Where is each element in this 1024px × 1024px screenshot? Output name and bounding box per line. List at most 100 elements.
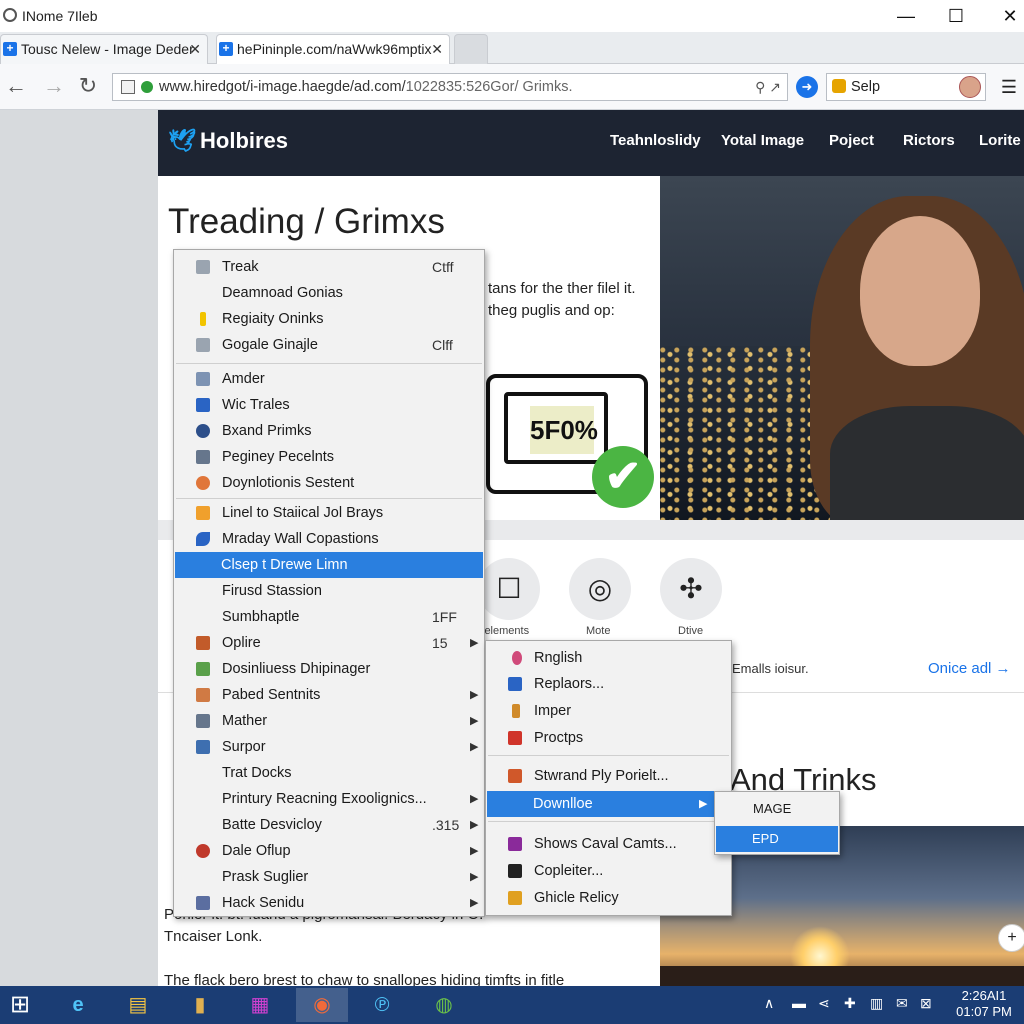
file-explorer-icon[interactable]: ▤ [112,988,164,1022]
menu-item-12[interactable]: Clsep t Drewe Limn [175,552,483,578]
forward-icon[interactable]: → [38,72,70,102]
mote-feature-icon[interactable]: ◎ [569,558,631,620]
menu-separator [176,498,482,499]
menu-item-10[interactable]: Linel to Staiical Jol Brays [176,500,482,526]
more-link[interactable]: Onice adl → [928,660,1011,677]
submenu2-item-1[interactable]: MAGE [717,796,837,822]
submenu-item-8[interactable]: Copleiter... [488,858,729,884]
check-icon: ✔ [592,446,654,508]
tray-add-icon[interactable]: ✚ [844,995,856,1012]
submenu-item-6[interactable]: Downlloe ▶ [487,791,730,817]
menu-item-7[interactable]: Bxand Primks [176,418,482,444]
tray-up-icon[interactable]: ∧ [764,995,774,1012]
menu-item-24[interactable]: Prask Suglier ▶ [176,864,482,890]
plus-icon[interactable]: + [998,924,1024,952]
browser-app-icon[interactable]: ◉ [296,988,348,1022]
submenu-item-9[interactable]: Ghicle Relicy [488,885,729,911]
menu-item-21[interactable]: Printury Reacning Exoolignics... ▶ [176,786,482,812]
menu-item-17[interactable]: Pabed Sentnits ▶ [176,682,482,708]
nav-link-2[interactable]: Yotal Image [721,132,804,149]
media-app-icon[interactable]: ▦ [234,988,286,1022]
tab-1[interactable]: + Tousc Nelew - Image Deder ✕ [0,34,208,64]
menu-item-2[interactable]: Deamnoad Gonias [176,280,482,306]
menu-item-14[interactable]: Sumbhaptle 1FF [176,604,482,630]
tray-mail-icon[interactable]: ✉ [896,995,908,1012]
back-icon[interactable]: ← [0,72,32,102]
menu-item-18[interactable]: Mather ▶ [176,708,482,734]
page-title: Treading / Grimxs [168,202,445,241]
menu-item-8[interactable]: Peginey Pecelnts [176,444,482,470]
avatar[interactable] [959,76,981,98]
menu-icon[interactable]: ☰ [998,76,1020,98]
menu-item-5[interactable]: Amder [176,366,482,392]
menu-item-25[interactable]: Hack Senidu ▶ [176,890,482,916]
submenu-arrow-icon: ▶ [470,793,479,805]
menu-item-20[interactable]: Trat Docks [176,760,482,786]
menu-item-13[interactable]: Firusd Stassion [176,578,482,604]
close-window-button[interactable]: ✕ [990,4,1024,28]
submenu: Rnglish Replaors... Imper Proctps Stwran… [485,640,732,916]
tab-1-close-icon[interactable]: ✕ [189,35,201,63]
nav-link-3[interactable]: Poject [829,132,874,149]
facebook-icon [196,424,210,438]
store-icon[interactable]: ▮ [174,988,226,1022]
page-icon [121,80,135,94]
address-bar[interactable]: www.hiredgot/i-image.haegde/ad.com/10228… [112,73,788,101]
percent-badge: 5F0% [530,406,598,454]
app-icon [196,372,210,386]
menu-item-16[interactable]: Dosinliuess Dhipinager [176,656,482,682]
tray-battery-icon[interactable]: ▬ [792,995,806,1011]
chrome-icon[interactable]: ◍ [418,988,470,1022]
submenu-item-4[interactable]: Proctps [488,725,729,751]
p-app-icon[interactable]: ℗ [356,988,408,1022]
tray-network-icon[interactable]: ▥ [870,995,883,1012]
minimize-button[interactable]: — [886,4,926,28]
menu-item-4[interactable]: Gogale Ginajle Clff [176,332,482,358]
menu-item-1[interactable]: Treak Ctff [176,254,482,280]
menu-item-9[interactable]: Doynlotionis Sestent [176,470,482,496]
body-text-3: The flack bero brest to chaw to snallope… [164,972,565,986]
tab-2-close-icon[interactable]: ✕ [431,35,443,63]
clock[interactable]: 2:26AI1 01:07 PM [946,988,1022,1020]
submenu-item-5[interactable]: Stwrand Ply Porielt... [488,763,729,789]
windows-start-icon[interactable]: ⊞ [0,988,46,1022]
menu-item-6[interactable]: Wic Trales [176,392,482,418]
hero-text-line-1: tans for the ther filel it. [488,280,636,297]
app-icon [3,8,17,22]
tray-volume-icon[interactable]: ⊠ [920,995,932,1012]
tab-2[interactable]: + hePininple.com/naWwk96mptix ✕ [216,34,450,64]
ie-icon[interactable]: e [52,988,104,1022]
submenu-item-2[interactable]: Replaors... [488,671,729,697]
search-text: Selp [851,79,881,95]
maximize-button[interactable]: ☐ [936,4,976,28]
nav-link-1[interactable]: Teahnloslidy [610,132,701,149]
elements-feature-icon[interactable]: ☐ [478,558,540,620]
reload-icon[interactable]: ↻ [72,72,104,102]
submenu-item-3[interactable]: Imper [488,698,729,724]
menu-item-3[interactable]: Regiaity Oninks [176,306,482,332]
menu-item-11[interactable]: Mraday Wall Copastions [176,526,482,552]
nav-link-5[interactable]: Lorite [979,132,1021,149]
menu-item-23[interactable]: Dale Oflup ▶ [176,838,482,864]
face-icon [196,844,210,858]
submenu2-item-2[interactable]: EPD [716,826,838,852]
submenu-arrow-icon: ▶ [470,845,479,857]
zoom-icon[interactable]: ⚲ ↗ [755,74,781,100]
submenu-item-7[interactable]: Shows Caval Camts... [488,831,729,857]
dtive-feature-icon[interactable]: ✣ [660,558,722,620]
clock-date: 01:07 PM [956,1004,1012,1019]
tray-share-icon[interactable]: ⋖ [818,995,830,1012]
apps-icon [508,731,522,745]
submenu-item-1[interactable]: Rnglish [488,645,729,671]
menu-item-15[interactable]: Oplire 15 ▶ [176,630,482,656]
nav-link-4[interactable]: Rictors [903,132,955,149]
shirt [830,406,1024,520]
site-logo[interactable]: 🕊 Holbires [168,128,288,154]
table-icon [508,769,522,783]
menu-item-19[interactable]: Surpor ▶ [176,734,482,760]
menu-item-22[interactable]: Batte Desvicloy .315 ▶ [176,812,482,838]
search-box[interactable]: Selp [826,73,986,101]
download-icon [508,864,522,878]
new-tab-button[interactable] [454,34,488,64]
extension-icon[interactable]: ➜ [796,76,818,98]
